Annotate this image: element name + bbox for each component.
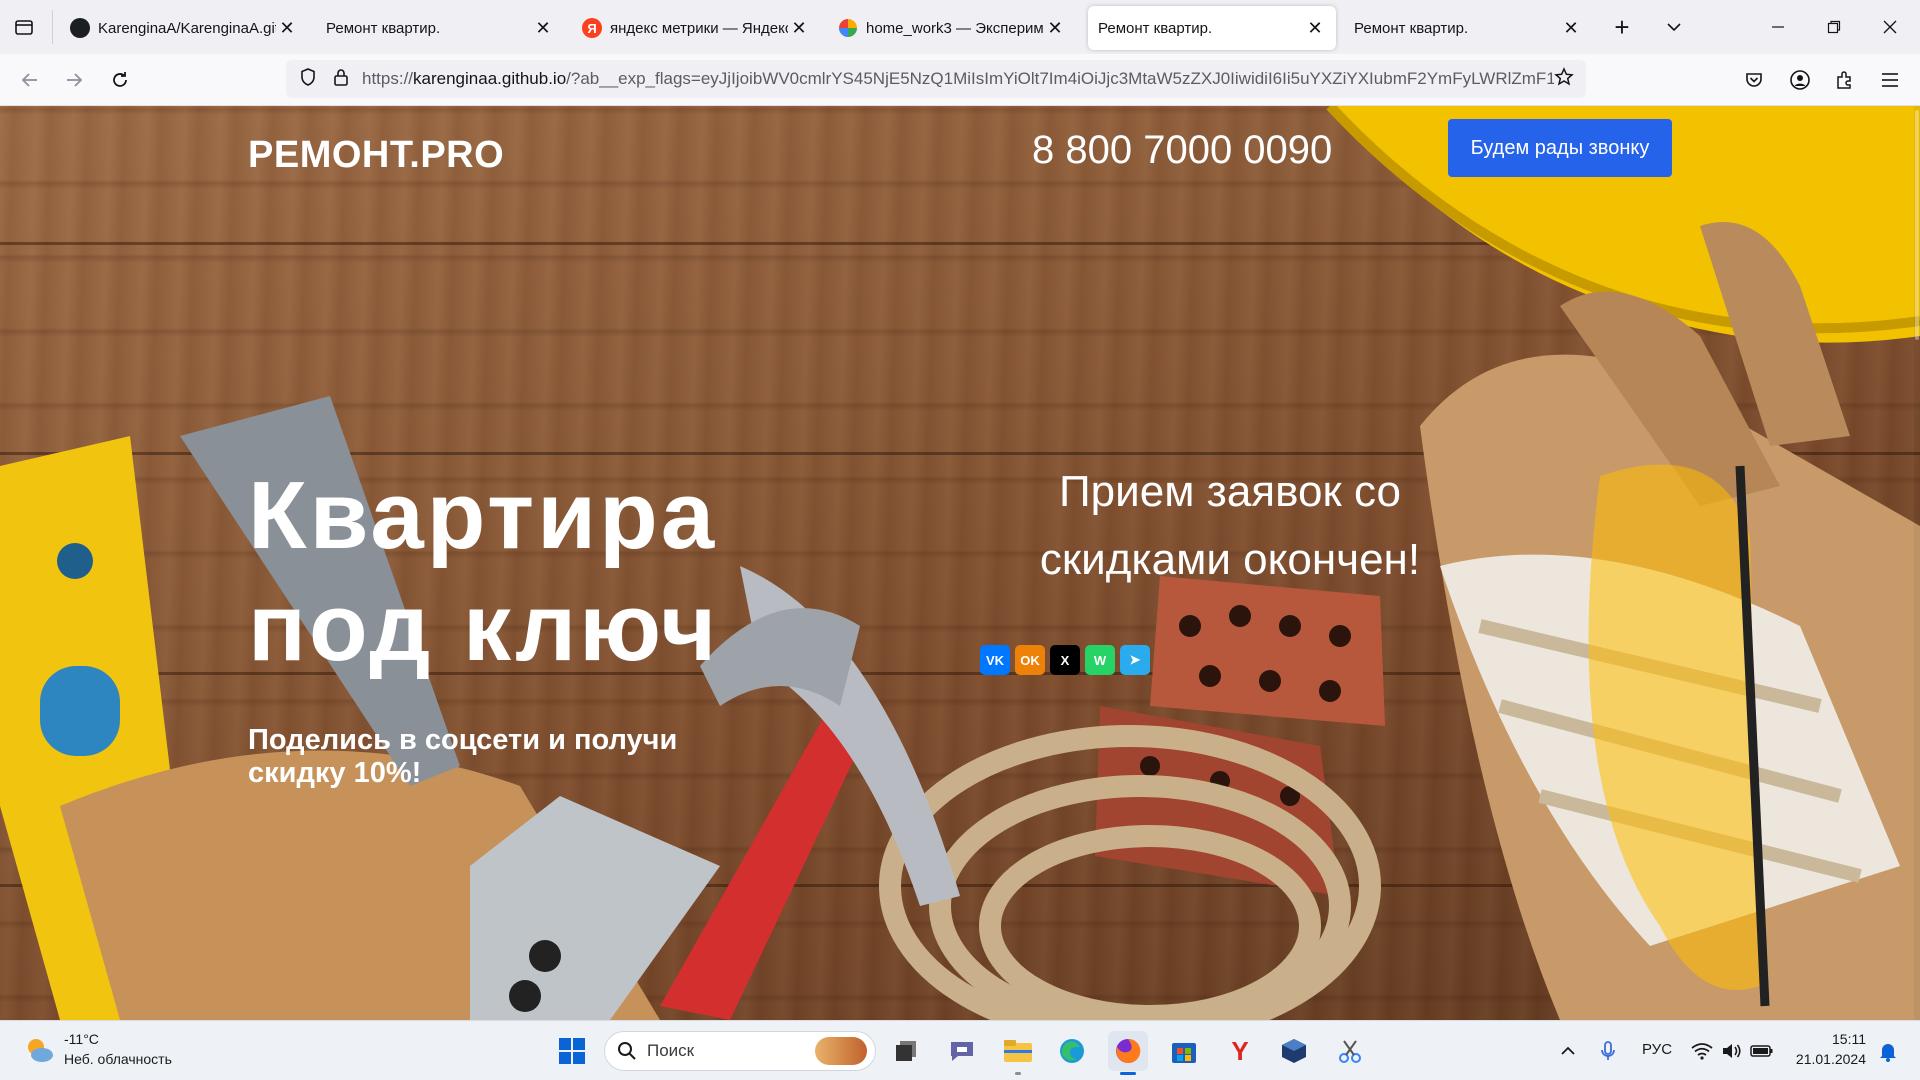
vk-share-icon[interactable]: VK [980, 645, 1010, 675]
weather-temperature[interactable]: -11°C [64, 1031, 99, 1047]
url-text[interactable]: https://karenginaa.github.io/?ab__exp_fl… [362, 69, 1554, 89]
tab-remont-1[interactable]: Ремонт квартир. ✕ [316, 6, 564, 50]
notification-bell-icon[interactable] [1868, 1031, 1908, 1071]
virtualbox-icon[interactable] [1274, 1031, 1314, 1071]
running-indicator [1015, 1072, 1021, 1075]
restore-icon[interactable] [1816, 9, 1852, 45]
tracking-protection-shield-icon[interactable] [298, 67, 318, 92]
microsoft-store-icon[interactable] [1164, 1031, 1204, 1071]
ok-share-icon[interactable]: OK [1015, 645, 1045, 675]
site-logo[interactable]: РЕМОНТ.PRO [248, 134, 504, 177]
scrollbar-thumb[interactable] [1915, 110, 1919, 340]
tab-strip: KarenginaA/KarenginaA.githu ✕ Ремонт ква… [0, 0, 1920, 54]
close-icon[interactable]: ✕ [1304, 17, 1326, 39]
callback-button[interactable]: Будем рады звонку [1448, 119, 1672, 177]
x-share-icon[interactable]: X [1050, 645, 1080, 675]
search-highlight-illustration-icon [815, 1037, 867, 1065]
offer-closed-text: Прием заявок со скидками окончен! [1039, 467, 1421, 584]
page-viewport: РЕМОНТ.PRO 8 800 7000 0090 Будем рады зв… [0, 106, 1920, 1020]
url-path: /?ab__exp_flags=eyJjIjoibWV0cmlrYS45NjE5… [566, 69, 1554, 88]
tab-title: Ремонт квартир. [1354, 19, 1469, 37]
windows-taskbar: -11°C Неб. облачность Поиск Y РУС 15:11 … [0, 1020, 1920, 1080]
snipping-tool-icon[interactable] [1330, 1031, 1370, 1071]
tab-divider [52, 10, 53, 44]
account-icon[interactable] [1782, 62, 1818, 98]
url-host: karenginaa.github.io [413, 69, 567, 88]
tab-remont-active[interactable]: Ремонт квартир. ✕ [1088, 6, 1336, 50]
chevron-down-icon[interactable] [1656, 9, 1692, 45]
tab-title: Ремонт квартир. [326, 19, 441, 37]
hero-title: Квартира под ключ [248, 462, 720, 681]
windows-start-icon[interactable] [552, 1031, 592, 1071]
tab-github[interactable]: KarenginaA/KarenginaA.githu ✕ [60, 6, 308, 50]
new-tab-icon[interactable]: + [1604, 9, 1640, 45]
teams-chat-icon[interactable] [942, 1031, 982, 1071]
weather-description[interactable]: Неб. облачность [64, 1051, 172, 1067]
clock-date[interactable]: 21.01.2024 [1790, 1051, 1866, 1067]
close-icon[interactable]: ✕ [1044, 17, 1066, 39]
tab-title: Ремонт квартир. [1098, 19, 1213, 37]
bookmark-star-icon[interactable] [1554, 66, 1574, 92]
tab-title: home_work3 — Эксперимент [866, 19, 1044, 37]
menu-hamburger-icon[interactable] [1872, 62, 1908, 98]
tab-remont-3[interactable]: Ремонт квартир. ✕ [1344, 6, 1592, 50]
search-icon [618, 1042, 636, 1060]
tab-experiment[interactable]: home_work3 — Эксперимент ✕ [828, 6, 1076, 50]
navigation-toolbar: https://karenginaa.github.io/?ab__exp_fl… [0, 54, 1920, 106]
task-view-icon[interactable] [886, 1031, 926, 1071]
whatsapp-share-icon[interactable]: W [1085, 645, 1115, 675]
close-icon[interactable]: ✕ [532, 17, 554, 39]
tab-list-icon[interactable] [6, 9, 42, 45]
taskbar-search-input[interactable]: Поиск [604, 1031, 876, 1071]
github-icon [70, 18, 90, 38]
pocket-icon[interactable] [1736, 62, 1772, 98]
active-indicator [1120, 1072, 1136, 1075]
lock-icon[interactable] [332, 67, 350, 92]
close-window-icon[interactable] [1872, 9, 1908, 45]
close-icon[interactable]: ✕ [276, 17, 298, 39]
forward-icon[interactable] [56, 62, 92, 98]
yandex-icon: Я [582, 18, 602, 38]
address-bar[interactable]: https://karenginaa.github.io/?ab__exp_fl… [286, 60, 1586, 98]
extensions-icon[interactable] [1826, 62, 1862, 98]
hero-subtitle: Поделись в соцсети и получи скидку 10%! [248, 724, 678, 789]
phone-number[interactable]: 8 800 7000 0090 [1032, 128, 1332, 173]
page-scrollbar[interactable] [1914, 106, 1920, 1020]
input-language[interactable]: РУС [1642, 1041, 1672, 1058]
clock-time[interactable]: 15:11 [1806, 1031, 1866, 1047]
edge-browser-icon[interactable] [1052, 1031, 1092, 1071]
yandex-browser-icon[interactable]: Y [1220, 1031, 1260, 1071]
file-explorer-icon[interactable] [998, 1031, 1038, 1075]
back-icon[interactable] [12, 62, 48, 98]
experiments-icon [838, 18, 858, 38]
tab-yandex-metrika[interactable]: Я яндекс метрики — Яндекс ✕ [572, 6, 820, 50]
microphone-icon[interactable] [1588, 1031, 1628, 1071]
reload-icon[interactable] [102, 62, 138, 98]
chevron-up-icon[interactable] [1548, 1031, 1588, 1071]
minimize-icon[interactable] [1760, 9, 1796, 45]
telegram-share-icon[interactable]: ➤ [1120, 645, 1150, 675]
close-icon[interactable]: ✕ [788, 17, 810, 39]
url-scheme: https:// [362, 69, 414, 88]
weather-cloud-sun-icon[interactable] [22, 1033, 56, 1067]
search-placeholder: Поиск [647, 1041, 695, 1060]
social-share-buttons: VK OK X W ➤ [980, 645, 1150, 675]
firefox-browser-icon[interactable] [1108, 1031, 1148, 1075]
battery-charging-icon[interactable] [1742, 1031, 1782, 1071]
tab-title: KarenginaA/KarenginaA.githu [98, 19, 276, 37]
close-icon[interactable]: ✕ [1560, 17, 1582, 39]
tab-title: яндекс метрики — Яндекс [610, 19, 788, 37]
